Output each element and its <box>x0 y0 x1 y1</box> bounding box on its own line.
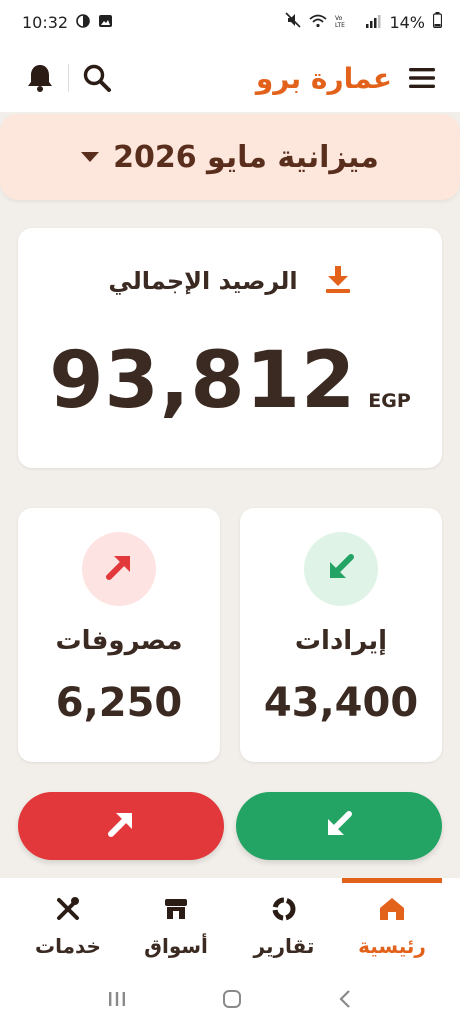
arrow-down-left-icon <box>324 809 354 843</box>
balance-value: 93,812 <box>49 336 357 426</box>
expense-value: 6,250 <box>55 680 183 726</box>
nav-item-services[interactable]: خدمات <box>18 896 118 966</box>
arrow-down-left-icon <box>326 552 356 586</box>
home-button-icon[interactable] <box>222 989 242 1013</box>
download-icon[interactable] <box>324 264 352 298</box>
income-value: 43,400 <box>263 680 419 726</box>
battery-icon <box>432 12 443 32</box>
balance-value-row: 93,812 EGP <box>18 336 442 426</box>
moon-icon <box>76 13 90 32</box>
chevron-down-icon <box>81 152 100 162</box>
app-header: عمارة برو <box>0 44 460 112</box>
svg-text:Vo: Vo <box>335 15 343 22</box>
reports-icon <box>271 896 297 926</box>
income-label: إيرادات <box>294 626 388 656</box>
signal-icon <box>365 13 381 32</box>
expense-label: مصروفات <box>55 626 183 656</box>
add-expense-button[interactable] <box>18 792 224 860</box>
mute-icon <box>285 12 302 32</box>
nav-label-services: خدمات <box>35 934 101 958</box>
total-balance-card: الرصيد الإجمالي 93,812 EGP <box>18 228 442 468</box>
balance-header: الرصيد الإجمالي <box>18 264 442 298</box>
image-icon <box>98 13 113 32</box>
store-icon <box>163 896 189 926</box>
nav-label-reports: تقارير <box>253 934 315 958</box>
app-brand: عمارة برو <box>255 61 392 95</box>
balance-label: الرصيد الإجمالي <box>108 267 298 295</box>
bottom-nav: رئيسية تقارير أسواق خدمات <box>0 878 460 978</box>
battery-percent: 14% <box>389 12 425 32</box>
home-icon <box>379 896 405 926</box>
lte-icon: Vo LTE <box>335 14 357 31</box>
menu-icon[interactable] <box>406 62 438 94</box>
income-icon-circle <box>304 532 378 606</box>
status-bar: 10:32 Vo LTE 14% <box>0 0 460 44</box>
nav-item-home[interactable]: رئيسية <box>342 896 442 966</box>
status-right: Vo LTE 14% <box>285 12 443 32</box>
arrow-up-right-icon <box>104 552 134 586</box>
nav-label-markets: أسواق <box>144 934 208 958</box>
income-card[interactable]: إيرادات 43,400 <box>240 508 442 762</box>
currency-label: EGP <box>368 390 411 412</box>
svg-text:LTE: LTE <box>335 22 345 28</box>
nav-item-markets[interactable]: أسواق <box>126 896 226 966</box>
arrow-up-right-icon <box>106 809 136 843</box>
tools-icon <box>55 896 81 926</box>
expense-card[interactable]: مصروفات 6,250 <box>18 508 220 762</box>
header-actions <box>24 62 113 94</box>
nav-active-indicator <box>342 878 442 883</box>
search-icon[interactable] <box>81 62 113 94</box>
bell-icon[interactable] <box>24 62 56 94</box>
status-left: 10:32 <box>22 13 113 32</box>
nav-item-reports[interactable]: تقارير <box>234 896 334 966</box>
wifi-icon <box>309 13 328 32</box>
back-icon[interactable] <box>338 989 352 1013</box>
budget-selector[interactable]: ميزانية مايو 2026 <box>0 114 460 200</box>
header-divider <box>68 64 69 92</box>
nav-label-home: رئيسية <box>358 934 426 958</box>
header-brand-group: عمارة برو <box>256 62 438 95</box>
add-income-button[interactable] <box>236 792 442 860</box>
expense-icon-circle <box>82 532 156 606</box>
status-time: 10:32 <box>22 12 69 32</box>
recent-apps-icon[interactable] <box>108 990 126 1012</box>
system-nav-bar <box>0 978 460 1024</box>
budget-title: ميزانية مايو 2026 <box>113 139 379 175</box>
